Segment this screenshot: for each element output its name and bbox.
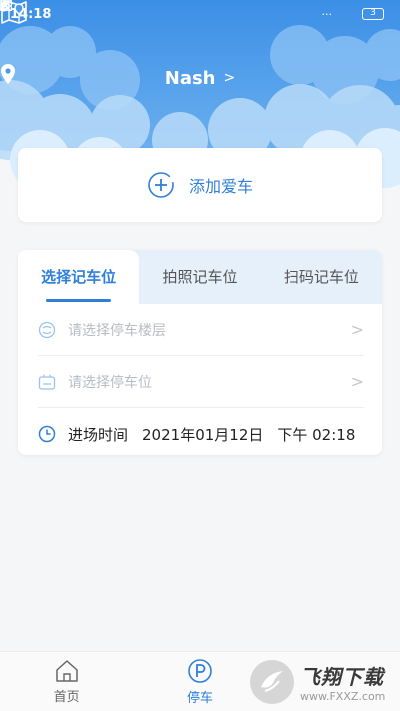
spot-placeholder: 请选择停车位	[68, 374, 152, 391]
floor-icon	[38, 321, 56, 338]
entry-date-value: 2021年01月12日	[142, 425, 264, 444]
parking-icon	[188, 658, 212, 683]
watermark-text: 飞翔下载	[300, 665, 384, 689]
home-icon	[55, 659, 78, 682]
tab-scan-spot[interactable]: 扫码记车位	[261, 250, 382, 304]
location-name: Nash	[164, 67, 216, 89]
tab-select-spot[interactable]: 选择记车位	[18, 250, 140, 304]
more-dots-icon: ···	[321, 7, 333, 21]
chevron-right-icon: >	[350, 372, 364, 391]
parking-tabs: 选择记车位 拍照记车位 扫码记车位	[18, 250, 382, 304]
tab-home[interactable]: 首页	[0, 652, 133, 711]
status-icons: ··· 3	[0, 0, 391, 21]
tab-home-label: 首页	[53, 689, 80, 705]
location-selector[interactable]: Nash >	[0, 64, 400, 92]
spot-selector[interactable]: 请选择停车位 >	[38, 356, 364, 408]
entry-time-row: 进场时间 2021年01月12日 下午 02:18	[38, 408, 364, 455]
location-pin-icon	[1, 64, 15, 84]
tab-parking-label: 停车	[186, 690, 213, 706]
tab-parking[interactable]: 停车	[133, 652, 266, 711]
battery-icon: 3	[362, 8, 384, 20]
parking-spot-icon	[38, 374, 56, 390]
add-car-label: 添加爱车	[188, 177, 253, 196]
clock-icon	[38, 425, 56, 443]
parking-record-card: 选择记车位 拍照记车位 扫码记车位 请选择停车楼层 > 请选择停车位 > 进场时…	[18, 250, 382, 455]
map-pin-icon[interactable]	[0, 0, 28, 24]
watermark-logo: 飞翔下载 www.FXXZ.com	[250, 654, 400, 710]
chevron-right-icon: >	[350, 320, 364, 339]
watermark-url: www.FXXZ.com	[300, 690, 386, 703]
entry-time-label: 进场时间	[68, 425, 129, 444]
entry-time-value: 下午 02:18	[277, 425, 356, 444]
chevron-right-icon: >	[223, 70, 236, 86]
watermark-bird-icon	[250, 660, 294, 704]
tab-photo-spot[interactable]: 拍照记车位	[139, 250, 260, 304]
floor-selector[interactable]: 请选择停车楼层 >	[38, 304, 364, 356]
floor-placeholder: 请选择停车楼层	[68, 322, 166, 339]
add-car-button[interactable]: 添加爱车	[18, 148, 382, 222]
status-bar: 14:18 ··· 3	[0, 0, 400, 28]
add-circle-icon	[148, 172, 174, 198]
